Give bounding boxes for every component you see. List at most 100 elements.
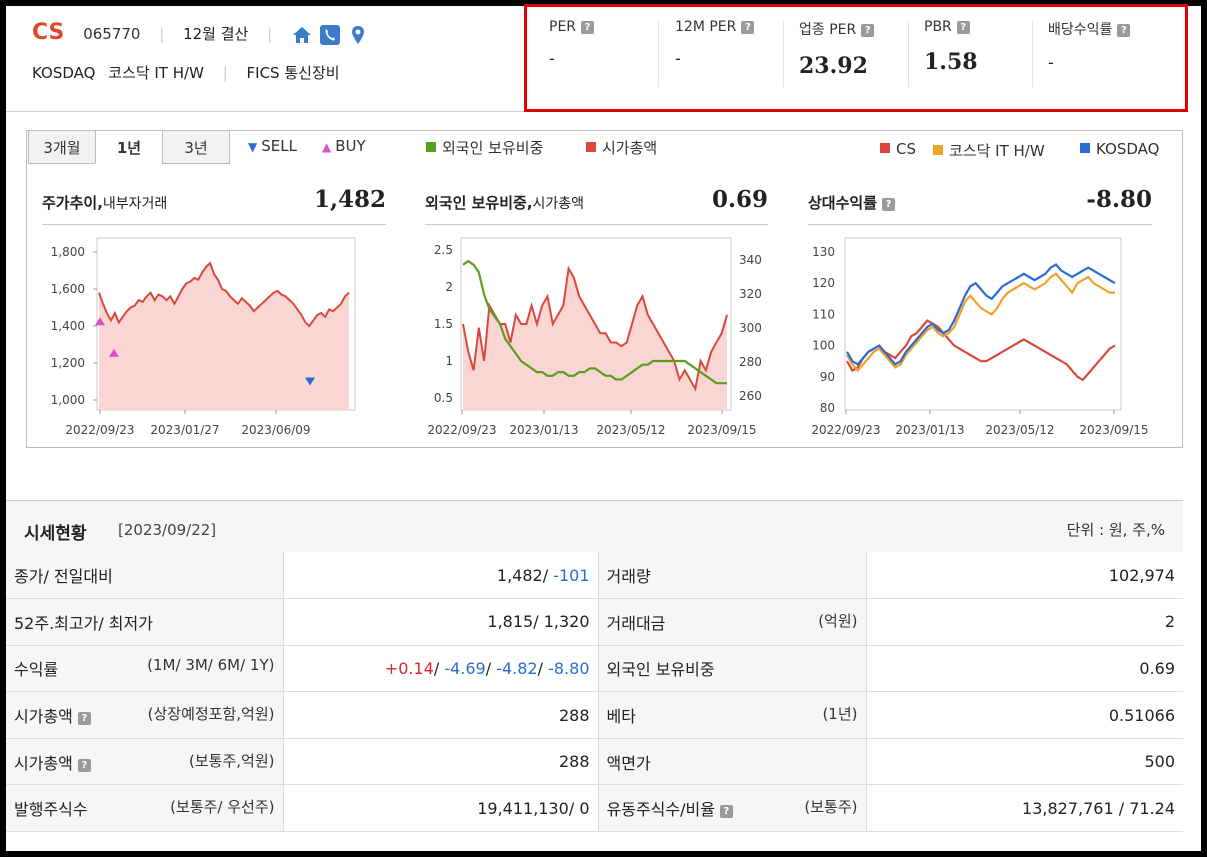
row-label: 시가총액? (보통주,억원) (6, 738, 284, 786)
row-label: 52주.최고가/ 최저가 (6, 598, 284, 646)
label-text: 시가총액 (14, 753, 73, 773)
x-tick-label: 2023/09/15 (687, 423, 756, 437)
row-label: 시가총액? (상장예정포함,억원) (6, 691, 284, 739)
help-icon[interactable]: ? (77, 758, 91, 772)
help-icon[interactable]: ? (719, 805, 733, 819)
y-tick-label: 1.5 (434, 317, 453, 331)
y-tick-label: 100 (812, 339, 835, 353)
section-title: 시세현황 (24, 524, 87, 544)
y-tick-label: 320 (739, 287, 762, 301)
row-label: 종가/ 전일대비 (6, 552, 284, 600)
label-text: 시가총액 (14, 707, 73, 727)
row-value: 102,974 (866, 552, 1183, 600)
table-row: 발행주식수 (보통주/ 우선주) 19,411,130/ 0 유동주식수/비율? (보통… (6, 784, 1183, 833)
row-value: 19,411,130/ 0 (283, 784, 599, 833)
table-row: 시가총액? (상장예정포함,억원) 288 베타 (1년) 0.51066 (6, 691, 1183, 739)
label-sub: (보통주,억원) (189, 751, 275, 770)
help-icon[interactable]: ? (77, 712, 91, 726)
label-sub: (억원) (818, 611, 858, 630)
label-text: 52주.최고가/ 최저가 (14, 613, 153, 633)
row-value: 0.51066 (866, 691, 1183, 739)
label-sub: (보통주/ 우선주) (170, 798, 275, 817)
y-tick-label: 300 (739, 321, 762, 335)
value-part: -101 (553, 565, 590, 585)
label-sub: (보통주) (804, 798, 858, 817)
y-tick-label: 0.5 (434, 391, 453, 405)
y-tick-label: 130 (812, 245, 835, 259)
y-tick-label: 1 (445, 354, 453, 368)
label-text: 발행주식수 (14, 800, 88, 820)
row-label: 외국인 보유비중 (598, 645, 867, 693)
chart-canvas: 1,800 1,600 1,400 1,200 1,000 2022/09/23 2023/… (51, 237, 1149, 437)
y-tick-label: 90 (820, 370, 835, 384)
value-part: +0.14 (384, 658, 434, 678)
x-tick-label: 2022/09/23 (811, 423, 880, 437)
value-part: -4.82 (496, 658, 538, 678)
price-status-header: 시세현황 [2023/09/22] 단위 : 원, 주,% (6, 500, 1183, 552)
x-tick-label: 2023/01/13 (509, 423, 578, 437)
y-tick-label: 340 (739, 253, 762, 267)
y-tick-label: 260 (739, 389, 762, 403)
x-tick-label: 2023/01/13 (895, 423, 964, 437)
value-part: 288 (558, 752, 590, 772)
table-row: 52주.최고가/ 최저가 1,815/ 1,320 거래대금 (억원) 2 (6, 598, 1183, 646)
x-tick-label: 2023/05/12 (985, 423, 1054, 437)
value-part: 288 (558, 705, 590, 725)
label-text: 액면가 (606, 753, 651, 773)
y-tick-label: 280 (739, 355, 762, 369)
table-row: 시가총액? (보통주,억원) 288 액면가 500 (6, 738, 1183, 786)
row-label: 베타 (1년) (598, 691, 867, 739)
y-tick-label: 1,800 (51, 245, 85, 259)
row-value: 288 (283, 691, 599, 739)
value-part: 1,482/ (496, 565, 554, 585)
x-tick-label: 2023/09/15 (1079, 423, 1148, 437)
label-text: 베타 (606, 707, 636, 727)
value-part: -4.69 (444, 658, 486, 678)
row-label: 거래량 (598, 552, 867, 600)
y-tick-label: 80 (820, 401, 835, 415)
value-part: / (537, 658, 549, 678)
value-part: / (433, 658, 445, 678)
label-text: 종가/ 전일대비 (14, 567, 113, 587)
row-value: 288 (283, 738, 599, 786)
x-tick-label: 2023/05/12 (596, 423, 665, 437)
label-sub: (1M/ 3M/ 6M/ 1Y) (147, 656, 275, 675)
table-row: 수익률 (1M/ 3M/ 6M/ 1Y) +0.14/ -4.69/ -4.82/ … (6, 645, 1183, 693)
row-value: 13,827,761 / 71.24 (866, 784, 1183, 833)
row-label: 유동주식수/비율? (보통주) (598, 784, 867, 833)
value-part: -8.80 (548, 658, 590, 678)
y-tick-label: 110 (812, 307, 835, 321)
x-tick-label: 2023/01/27 (150, 423, 219, 437)
row-value: +0.14/ -4.69/ -4.82/ -8.80 (283, 645, 599, 693)
row-value: 500 (866, 738, 1183, 786)
label-text: 외국인 보유비중 (606, 660, 715, 680)
label-text: 수익률 (14, 660, 59, 680)
y-tick-label: 1,000 (51, 393, 85, 407)
y-tick-label: 1,600 (51, 282, 85, 296)
row-label: 액면가 (598, 738, 867, 786)
plot-area (844, 237, 1122, 411)
row-value: 1,482/ -101 (283, 552, 599, 600)
label-sub: (상장예정포함,억원) (147, 705, 275, 724)
row-label: 거래대금 (억원) (598, 598, 867, 646)
label-text: 거래대금 (606, 613, 666, 633)
y-tick-label: 120 (812, 276, 835, 290)
price-status-table: 종가/ 전일대비 1,482/ -101 거래량 102,974 52주.최고가/ 최저… (6, 552, 1183, 833)
row-label: 발행주식수 (보통주/ 우선주) (6, 784, 284, 833)
x-tick-label: 2022/09/23 (65, 423, 134, 437)
x-tick-label: 2023/06/09 (241, 423, 310, 437)
x-tick-label: 2022/09/23 (427, 423, 496, 437)
value-part: 1,815/ 1,320 (487, 612, 590, 632)
y-tick-label: 1,400 (51, 319, 85, 333)
y-tick-label: 1,200 (51, 356, 85, 370)
value-part: / (485, 658, 497, 678)
row-value: 2 (866, 598, 1183, 646)
row-value: 0.69 (866, 645, 1183, 693)
table-row: 종가/ 전일대비 1,482/ -101 거래량 102,974 (6, 552, 1183, 600)
y-tick-label: 2.5 (434, 243, 453, 257)
row-label: 수익률 (1M/ 3M/ 6M/ 1Y) (6, 645, 284, 693)
value-part: 19,411,130/ 0 (477, 798, 590, 818)
label-sub: (1년) (822, 705, 858, 724)
section-date: [2023/09/22] (118, 521, 217, 539)
unit-note: 단위 : 원, 주,% (1066, 521, 1165, 539)
